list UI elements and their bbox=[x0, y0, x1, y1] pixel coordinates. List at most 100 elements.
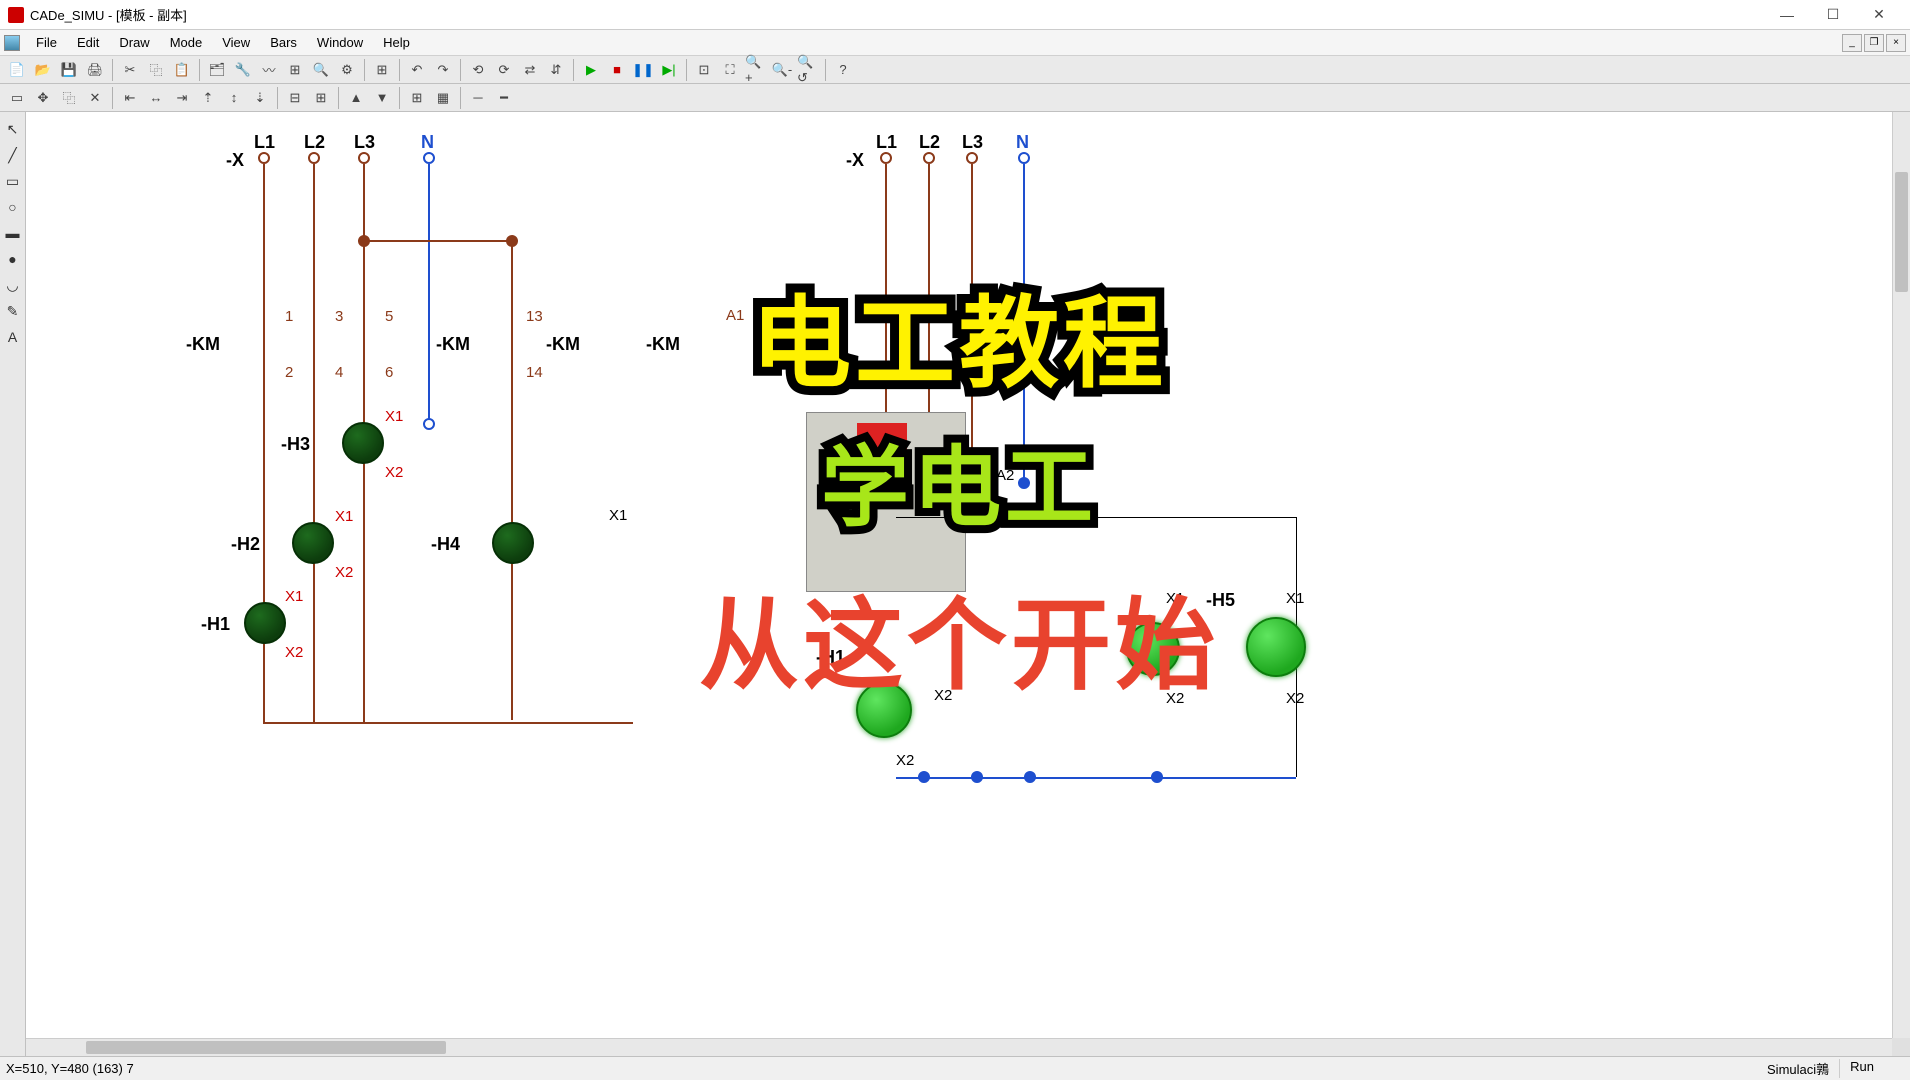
label-r2: 2 bbox=[886, 490, 894, 507]
align-middle-icon[interactable]: ↕ bbox=[222, 86, 246, 110]
menu-draw[interactable]: Draw bbox=[109, 33, 159, 52]
label-km4: -KM bbox=[646, 334, 680, 355]
node-l1-right bbox=[880, 152, 892, 164]
hscroll-thumb[interactable] bbox=[86, 1041, 446, 1054]
search-icon[interactable]: 🔍 bbox=[309, 58, 333, 82]
grid-toggle-icon[interactable]: ▦ bbox=[431, 86, 455, 110]
ungroup-icon[interactable]: ⊞ bbox=[309, 86, 333, 110]
wire bbox=[1023, 164, 1025, 484]
maximize-button[interactable]: ☐ bbox=[1810, 0, 1856, 30]
vscroll-thumb[interactable] bbox=[1895, 172, 1908, 292]
filled-rect-icon[interactable]: ▬ bbox=[2, 222, 24, 244]
align-left-icon[interactable]: ⇤ bbox=[118, 86, 142, 110]
app-icon bbox=[8, 7, 24, 23]
label-r4: 4 bbox=[929, 490, 937, 507]
window-title: CADe_SIMU - [模板 - 副本] bbox=[30, 5, 187, 24]
copy-obj-icon[interactable]: ⿻ bbox=[57, 86, 81, 110]
save-icon[interactable]: 💾 bbox=[57, 58, 81, 82]
zoom-out-icon[interactable]: 🔍- bbox=[770, 58, 794, 82]
label-c14: 14 bbox=[526, 364, 543, 381]
zoom-fit-icon[interactable]: ⛶ bbox=[718, 58, 742, 82]
label-r6: 6 bbox=[972, 490, 980, 507]
side-toolbar: ↖ ╱ ▭ ○ ▬ ● ◡ ✎ A bbox=[0, 112, 26, 1056]
label-a2: A2 bbox=[996, 467, 1014, 484]
label-x1-h2: X1 bbox=[335, 508, 353, 525]
open-icon[interactable]: 📂 bbox=[31, 58, 55, 82]
vertical-scrollbar[interactable] bbox=[1892, 112, 1910, 1038]
rotate-left-icon[interactable]: ⟲ bbox=[466, 58, 490, 82]
label-x2-h3: X2 bbox=[385, 464, 403, 481]
label-l2-left: L2 bbox=[304, 132, 325, 153]
back-icon[interactable]: ▼ bbox=[370, 86, 394, 110]
redo-icon[interactable]: ↷ bbox=[431, 58, 455, 82]
new-icon[interactable]: 📄 bbox=[5, 58, 29, 82]
line-tool-icon[interactable]: ╱ bbox=[2, 144, 24, 166]
zoom-in-icon[interactable]: 🔍+ bbox=[744, 58, 768, 82]
label-x1-r3: X1 bbox=[1286, 590, 1304, 607]
mdi-close-button[interactable]: × bbox=[1886, 34, 1906, 52]
stop-icon[interactable]: ■ bbox=[605, 58, 629, 82]
undo-icon[interactable]: ↶ bbox=[405, 58, 429, 82]
help-icon[interactable]: ? bbox=[831, 58, 855, 82]
library-icon[interactable]: 🗂 bbox=[205, 58, 229, 82]
pause-icon[interactable]: ❚❚ bbox=[631, 58, 655, 82]
component-icon[interactable]: 🔧 bbox=[231, 58, 255, 82]
label-l2-right: L2 bbox=[919, 132, 940, 153]
minimize-button[interactable]: — bbox=[1764, 0, 1810, 30]
mdi-restore-button[interactable]: ❐ bbox=[1864, 34, 1884, 52]
brush-tool-icon[interactable]: ✎ bbox=[2, 300, 24, 322]
zoom-window-icon[interactable]: ⊡ bbox=[692, 58, 716, 82]
align-center-icon[interactable]: ↔ bbox=[144, 86, 168, 110]
node-l3-left bbox=[358, 152, 370, 164]
print-icon[interactable]: 🖨 bbox=[83, 58, 107, 82]
text-tool-icon[interactable]: A bbox=[2, 326, 24, 348]
line-thick-icon[interactable]: ━ bbox=[492, 86, 516, 110]
label-n-left: N bbox=[421, 132, 434, 153]
flip-h-icon[interactable]: ⇄ bbox=[518, 58, 542, 82]
menu-file[interactable]: File bbox=[26, 33, 67, 52]
arc-tool-icon[interactable]: ◡ bbox=[2, 274, 24, 296]
wire-icon[interactable]: 〰 bbox=[257, 58, 281, 82]
menu-help[interactable]: Help bbox=[373, 33, 420, 52]
menu-bars[interactable]: Bars bbox=[260, 33, 307, 52]
close-button[interactable]: ✕ bbox=[1856, 0, 1902, 30]
canvas[interactable]: L1 L2 L3 N -X 1 bbox=[26, 112, 1892, 1038]
label-x2-r1b: X2 bbox=[896, 752, 914, 769]
copy-icon[interactable]: ⿻ bbox=[144, 58, 168, 82]
flip-v-icon[interactable]: ⇵ bbox=[544, 58, 568, 82]
play-icon[interactable]: ▶ bbox=[579, 58, 603, 82]
front-icon[interactable]: ▲ bbox=[344, 86, 368, 110]
pointer-icon[interactable]: ↖ bbox=[2, 118, 24, 140]
delete-icon[interactable]: ✕ bbox=[83, 86, 107, 110]
menu-window[interactable]: Window bbox=[307, 33, 373, 52]
align-right-icon[interactable]: ⇥ bbox=[170, 86, 194, 110]
symbol-icon[interactable]: ⊞ bbox=[283, 58, 307, 82]
label-l3-left: L3 bbox=[354, 132, 375, 153]
label-x2-r2: X2 bbox=[1166, 690, 1184, 707]
mdi-minimize-button[interactable]: _ bbox=[1842, 34, 1862, 52]
label-h5: -H5 bbox=[1206, 590, 1235, 611]
rect-tool-icon[interactable]: ▭ bbox=[2, 170, 24, 192]
filled-circle-icon[interactable]: ● bbox=[2, 248, 24, 270]
align-top-icon[interactable]: ⇡ bbox=[196, 86, 220, 110]
move-icon[interactable]: ✥ bbox=[31, 86, 55, 110]
grid-icon[interactable]: ⊞ bbox=[370, 58, 394, 82]
horizontal-scrollbar[interactable] bbox=[26, 1038, 1892, 1056]
align-bottom-icon[interactable]: ⇣ bbox=[248, 86, 272, 110]
grid-snap-icon[interactable]: ⊞ bbox=[405, 86, 429, 110]
menu-mode[interactable]: Mode bbox=[160, 33, 213, 52]
step-icon[interactable]: ▶| bbox=[657, 58, 681, 82]
line-thin-icon[interactable]: ─ bbox=[466, 86, 490, 110]
zoom-prev-icon[interactable]: 🔍↺ bbox=[796, 58, 820, 82]
group-icon[interactable]: ⊟ bbox=[283, 86, 307, 110]
cut-icon[interactable]: ✂ bbox=[118, 58, 142, 82]
select-all-icon[interactable]: ▭ bbox=[5, 86, 29, 110]
status-sim: Simulaci鶉 bbox=[1757, 1059, 1840, 1078]
label-x1-h3: X1 bbox=[385, 408, 403, 425]
settings-icon[interactable]: ⚙ bbox=[335, 58, 359, 82]
menu-edit[interactable]: Edit bbox=[67, 33, 109, 52]
menu-view[interactable]: View bbox=[212, 33, 260, 52]
rotate-right-icon[interactable]: ⟳ bbox=[492, 58, 516, 82]
circle-tool-icon[interactable]: ○ bbox=[2, 196, 24, 218]
paste-icon[interactable]: 📋 bbox=[170, 58, 194, 82]
